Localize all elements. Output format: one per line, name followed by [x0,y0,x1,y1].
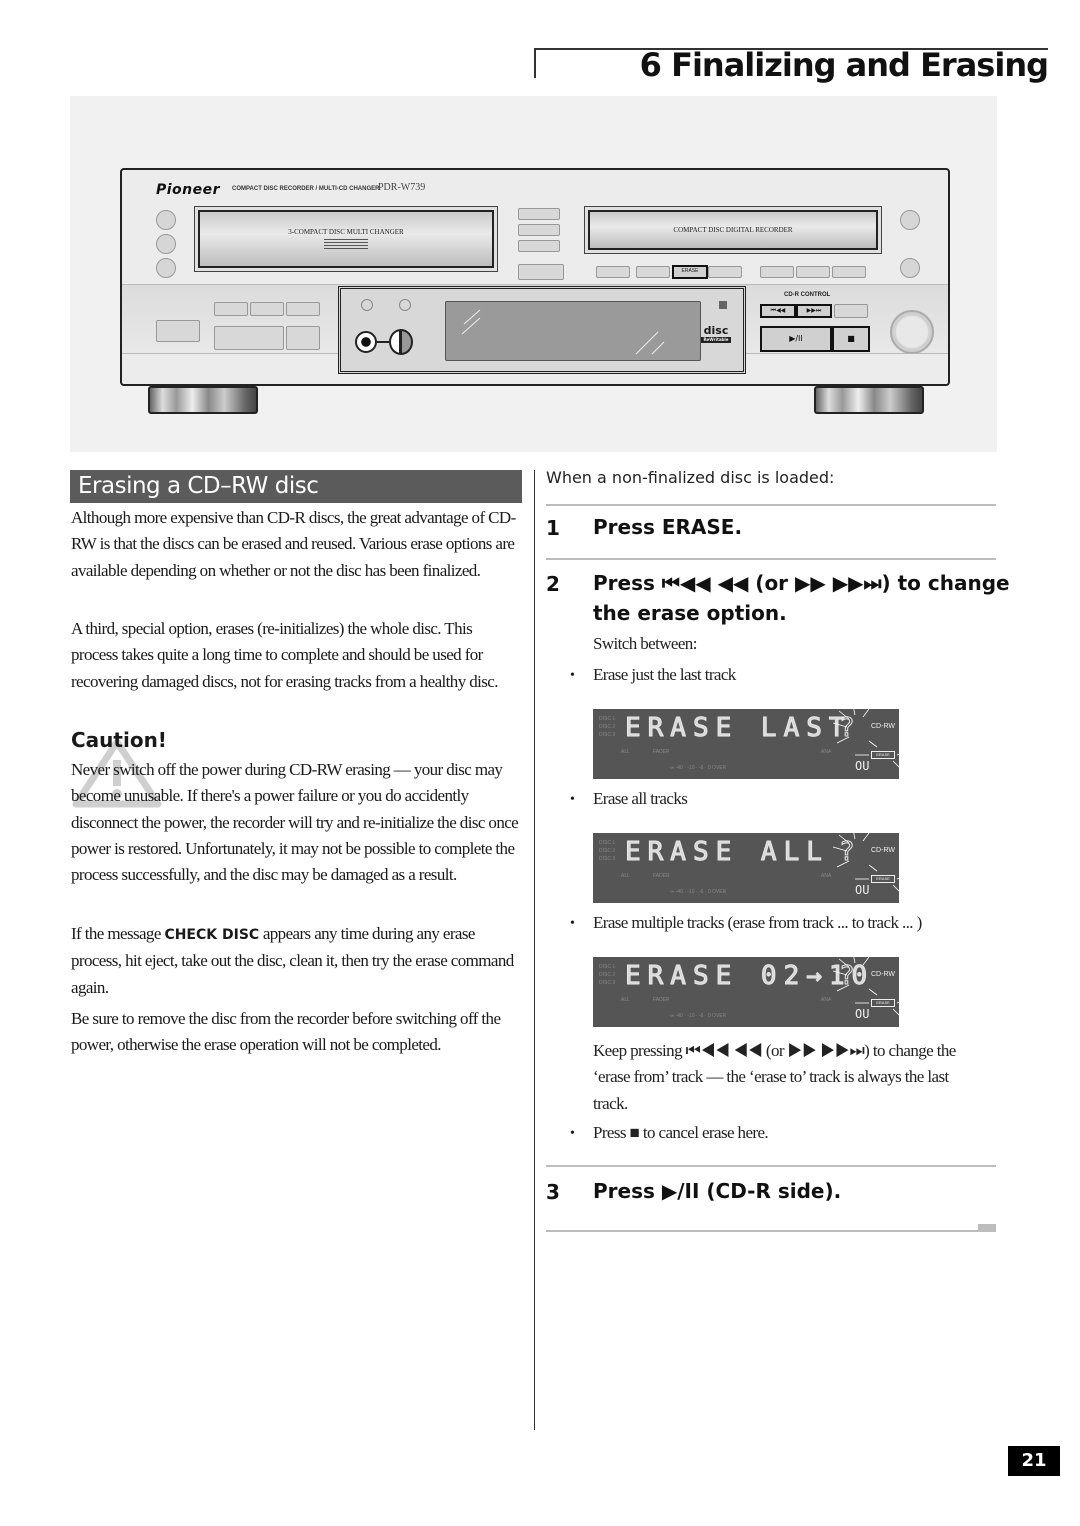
divider [546,504,996,506]
section-title: Erasing a CD–RW disc [78,473,319,499]
bullet: • [570,668,575,683]
bullet: • [570,1126,575,1141]
blink-rays-icon [832,709,899,768]
panel-button [832,266,866,278]
check-disc-paragraph: If the message CHECK DISC appears any ti… [71,924,514,997]
stop-button: ■ [832,326,870,352]
recorder-illustration: Pioneer COMPACT DISC RECORDER / MULTI-CD… [70,96,997,452]
panel-button [286,326,320,350]
section-heading-bar: Erasing a CD–RW disc [70,470,522,503]
recorder-tray: COMPACT DISC DIGITAL RECORDER [584,206,882,254]
lcd-screen [445,301,701,361]
changer-disc3-button [156,258,176,278]
volume-knob-icon [389,329,413,355]
caution-heading: Caution! [71,728,167,752]
compact-disc-logo: disc ReWritable [701,325,731,355]
cd-r-control-label: CD-R CONTROL [784,292,831,298]
option-label: Erase multiple tracks (erase from track … [593,913,922,932]
jog-dial [890,310,934,354]
panel-button [796,266,830,278]
special-option-paragraph: A third, special option, erases (re-init… [71,619,498,691]
changer-tray-label: 3-COMPACT DISC MULTI CHANGER [288,227,404,236]
sensor-icon [719,301,727,309]
panel-button [214,302,248,316]
option-label: Erase all tracks [593,789,688,808]
remove-disc-paragraph: Be sure to remove the disc from the reco… [71,1009,501,1055]
switch-between-label: Switch between: [593,634,697,653]
panel-button [250,302,284,316]
caution-paragraph: Never switch off the power during CD-RW … [71,760,519,885]
model-name: PDR-W739 [378,182,426,193]
blink-rays-icon [832,957,899,1016]
intro-paragraph: Although more expensive than CD-R discs,… [71,508,516,580]
panel-button [760,266,794,278]
blink-rays-icon [832,833,899,892]
divider [546,1230,996,1232]
keep-pressing-note: Keep pressing ⏮◀◀ ◀◀ (or ▶▶ ▶▶⏭) to chan… [593,1041,956,1113]
lcd-display-erase-range: DISC 1 DISC 2 DISC 3 ERASE 02→10 ? CD-RW A… [593,957,899,1027]
power-button [900,210,920,230]
step-text-line2: the erase option. [593,601,787,625]
indicator-led [361,299,373,311]
changer-disc2-button [156,234,176,254]
option-label: Erase just the last track [593,665,736,684]
panel-button [214,326,284,350]
panel-button [286,302,320,316]
panel-button [596,266,630,278]
divider [546,558,996,560]
step-number: 1 [546,516,560,540]
panel-button [518,208,560,220]
tray-grille [324,238,368,251]
recorder-front-panel: Pioneer COMPACT DISC RECORDER / MULTI-CD… [120,168,950,386]
panel-button [636,266,670,278]
bullet: • [570,792,575,807]
open-close-button [900,258,920,278]
column-divider [534,470,535,1430]
step-text-line1: Press ⏮◀◀ ◀◀ (or ▶▶ ▶▶⏭) to change [593,571,1010,595]
play-pause-button: ▶/II [760,326,832,352]
header-rule-tick [534,48,536,78]
lcd-display-erase-last: DISC 1 DISC 2 DISC 3 ERASE LAST ? CD-RW AL… [593,709,899,779]
fast-forward-button: ▶▶⏭ [796,304,832,318]
headphone-jack-icon [355,331,377,353]
indicator-led [399,299,411,311]
glass-glare-icon [461,309,665,355]
display-panel: disc ReWritable [338,286,746,374]
step-text: Press ERASE. [593,515,743,539]
changer-disc1-button [156,210,176,230]
condition-intro: When a non-finalized disc is loaded: [546,468,835,487]
step-text: Press ▶/II (CD-R side). [593,1179,842,1203]
check-disc-message: CHECK DISC [164,927,260,943]
chapter-title: 6 Finalizing and Erasing [639,46,1049,84]
step-number: 2 [546,572,560,596]
left-foot [148,386,258,414]
page-number: 21 [1008,1446,1060,1476]
bullet: • [570,916,575,931]
end-marker [978,1224,996,1231]
recorder-tray-label: COMPACT DISC DIGITAL RECORDER [673,226,793,234]
panel-button [518,224,560,236]
divider [546,1165,996,1167]
cancel-note: Press ■ to cancel erase here. [593,1123,769,1142]
lcd-display-erase-all: DISC 1 DISC 2 DISC 3 ERASE ALL ? CD-RW ALL… [593,833,899,903]
changer-tray: 3-COMPACT DISC MULTI CHANGER [194,206,498,272]
panel-button [518,264,564,280]
panel-button [518,240,560,252]
brand-logo: Pioneer [156,182,221,198]
panel-button [708,266,742,278]
erase-button: ERASE [672,265,708,279]
brand-subtitle: COMPACT DISC RECORDER / MULTI-CD CHANGER [232,186,380,192]
right-foot [814,386,924,414]
panel-button [834,304,868,318]
step-number: 3 [546,1180,560,1204]
rewind-button: ⏮◀◀ [760,304,796,318]
eject-button [156,320,200,342]
